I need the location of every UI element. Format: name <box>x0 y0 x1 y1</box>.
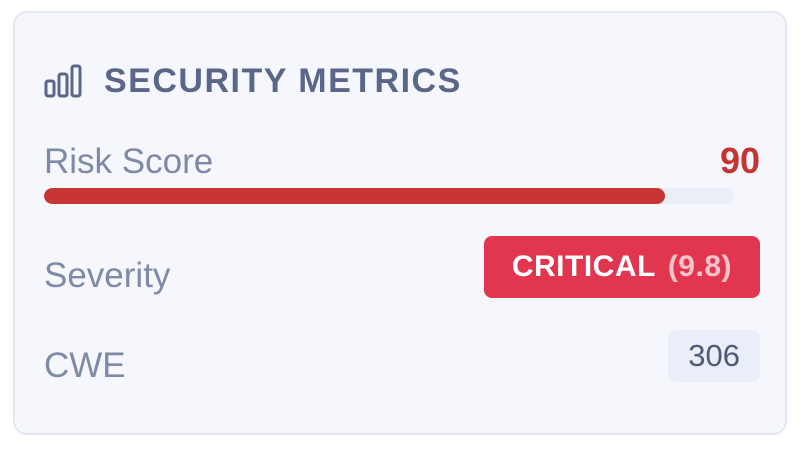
severity-label: Severity <box>44 256 171 295</box>
severity-level: CRITICAL <box>511 250 656 283</box>
severity-badge: CRITICAL (9.8) <box>483 236 760 298</box>
severity-score: (9.8) <box>667 250 732 283</box>
card-title: SECURITY METRICS <box>104 61 462 100</box>
risk-score-progress-bar <box>44 188 734 204</box>
risk-score-value: 90 <box>719 140 760 181</box>
risk-score-label: Risk Score <box>44 142 214 181</box>
cwe-value: 306 <box>668 330 760 382</box>
cwe-label: CWE <box>44 346 126 385</box>
risk-score-progress-fill <box>44 188 665 204</box>
card-header: SECURITY METRICS <box>44 58 462 104</box>
bar-chart-icon <box>44 63 84 99</box>
